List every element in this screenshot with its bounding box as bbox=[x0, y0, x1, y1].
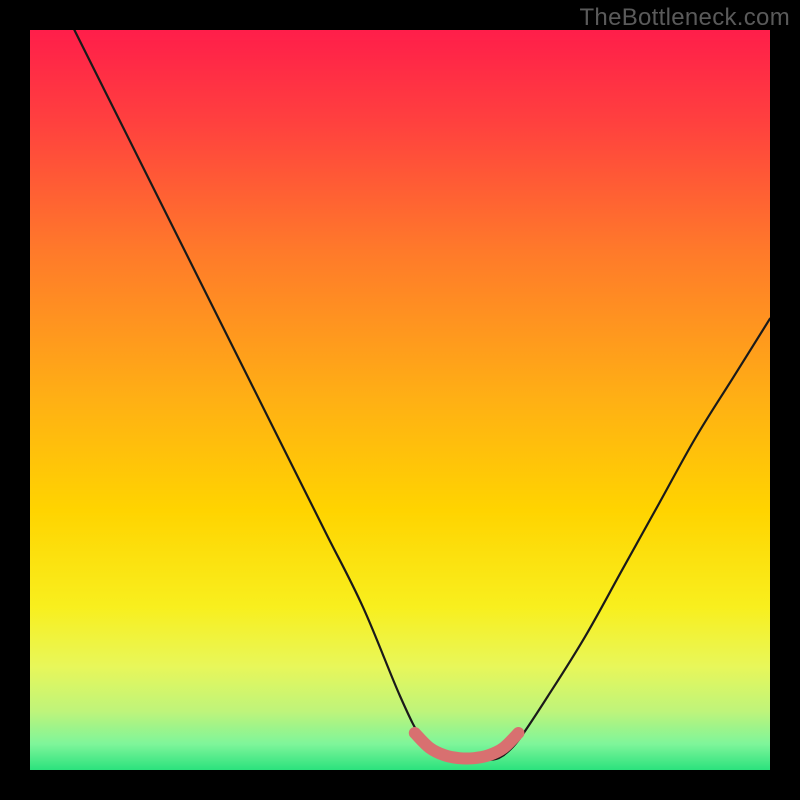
plot-area bbox=[30, 30, 770, 770]
watermark-text: TheBottleneck.com bbox=[579, 4, 790, 32]
chart-curves bbox=[30, 30, 770, 770]
curve-right bbox=[504, 319, 770, 756]
chart-frame: TheBottleneck.com bbox=[0, 0, 800, 800]
curve-left bbox=[74, 30, 437, 755]
highlight-segment bbox=[415, 733, 519, 759]
